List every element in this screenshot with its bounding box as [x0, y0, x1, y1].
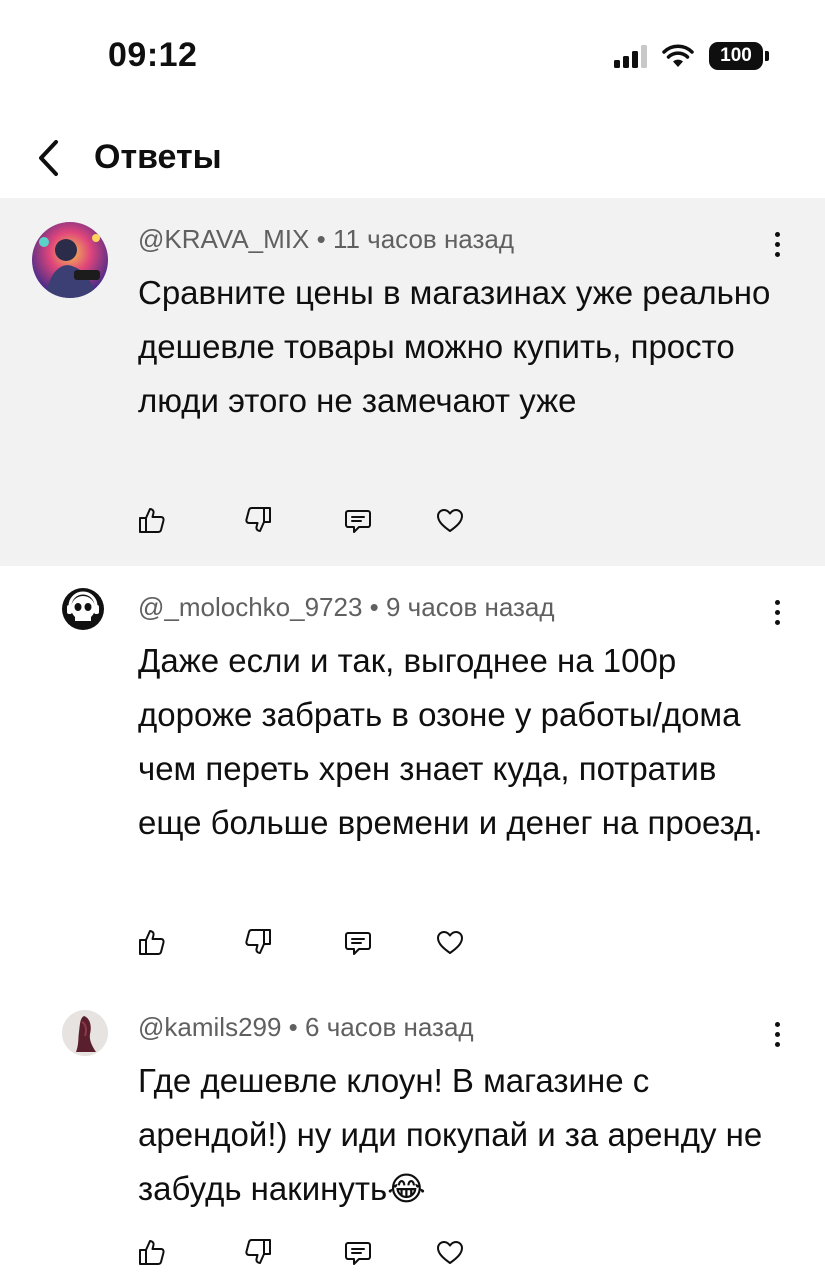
wifi-icon: [662, 44, 694, 67]
dislike-button[interactable]: [238, 922, 278, 962]
reply-icon: [345, 510, 371, 533]
thumbs-down-icon: [245, 507, 271, 532]
comment-time: 6 часов назад: [305, 1012, 474, 1042]
reply-button[interactable]: [338, 500, 378, 540]
avatar[interactable]: [62, 588, 104, 630]
comment-author[interactable]: @_molochko_9723: [138, 592, 362, 622]
comment-author[interactable]: @kamils299: [138, 1012, 281, 1042]
comment-text: Даже если и так, выгоднее на 100р дороже…: [138, 642, 763, 841]
comment-item: @KRAVA_MIX • 11 часов назад Сравните цен…: [0, 198, 825, 566]
heart-button[interactable]: [430, 922, 470, 962]
status-bar: 09:12 100: [0, 0, 825, 110]
more-options-button[interactable]: [769, 224, 785, 264]
avatar[interactable]: [62, 1010, 108, 1056]
thumbs-down-icon: [245, 929, 271, 954]
meta-separator: •: [362, 592, 386, 622]
like-button[interactable]: [132, 1232, 172, 1272]
meta-separator: •: [309, 224, 333, 254]
heart-icon: [437, 1241, 463, 1264]
comment-item: @kamils299 • 6 часов назад Где дешевле к…: [0, 986, 825, 1280]
dislike-button[interactable]: [238, 1232, 278, 1272]
thumbs-down-icon: [245, 1239, 271, 1264]
chevron-left-icon: [39, 140, 58, 176]
heart-icon: [437, 931, 463, 954]
comment-text: Сравните цены в магазинах уже реально де…: [138, 274, 771, 419]
comment-item: @_molochko_9723 • 9 часов назад Даже есл…: [0, 566, 825, 986]
thumbs-up-icon: [139, 930, 165, 955]
thumbs-up-icon: [139, 1240, 165, 1265]
dislike-button[interactable]: [238, 500, 278, 540]
comment-meta: @KRAVA_MIX • 11 часов назад: [138, 224, 514, 255]
more-options-button[interactable]: [769, 592, 785, 632]
like-button[interactable]: [132, 922, 172, 962]
meta-separator: •: [281, 1012, 306, 1042]
status-icons: 100: [614, 42, 769, 70]
reply-icon: [345, 932, 371, 955]
comment-meta: @kamils299 • 6 часов назад: [138, 1012, 474, 1043]
heart-button[interactable]: [430, 500, 470, 540]
battery-level: 100: [720, 45, 752, 66]
like-button[interactable]: [132, 500, 172, 540]
back-button[interactable]: [28, 136, 68, 180]
heart-icon: [437, 509, 463, 532]
comment-meta: @_molochko_9723 • 9 часов назад: [138, 592, 555, 623]
comment-author[interactable]: @KRAVA_MIX: [138, 224, 309, 254]
page-title: Ответы: [94, 138, 222, 176]
comment-time: 9 часов назад: [386, 592, 555, 622]
comment-text: Где дешевле клоун! В магазине с арендой!…: [138, 1062, 763, 1207]
reply-button[interactable]: [338, 922, 378, 962]
header: Ответы: [0, 118, 825, 198]
reply-icon: [345, 1242, 371, 1265]
battery-icon: 100: [709, 42, 769, 70]
heart-button[interactable]: [430, 1232, 470, 1272]
status-time: 09:12: [108, 36, 198, 74]
reply-button[interactable]: [338, 1232, 378, 1272]
more-options-button[interactable]: [769, 1014, 785, 1054]
comment-time: 11 часов назад: [332, 224, 515, 254]
thumbs-up-icon: [139, 508, 165, 533]
avatar[interactable]: [32, 222, 108, 298]
signal-icon: [614, 44, 647, 68]
